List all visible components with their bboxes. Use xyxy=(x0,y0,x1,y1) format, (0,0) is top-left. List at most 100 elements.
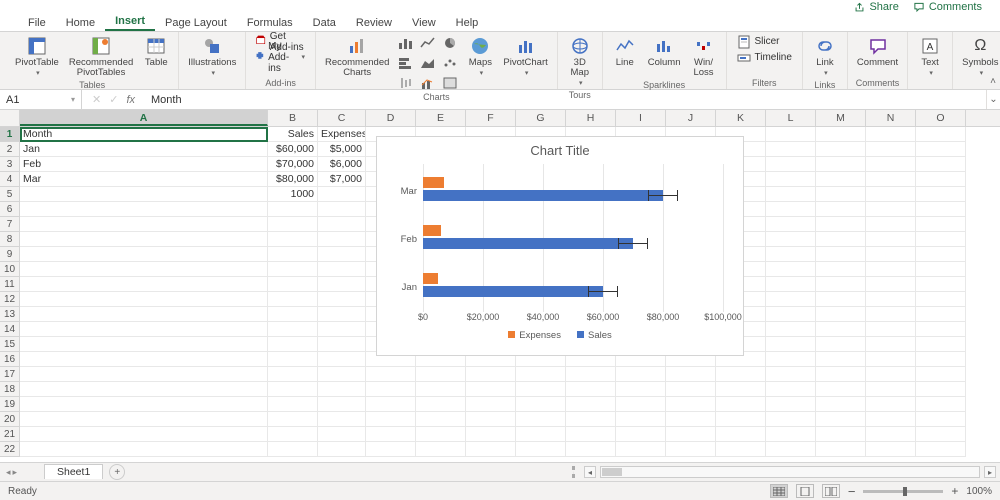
share-button[interactable]: Share xyxy=(854,1,898,13)
cell-M7[interactable] xyxy=(816,217,866,232)
cell-B16[interactable] xyxy=(268,352,318,367)
cell-M9[interactable] xyxy=(816,247,866,262)
cell-L12[interactable] xyxy=(766,292,816,307)
cell-C4[interactable]: $7,000 xyxy=(318,172,366,187)
cell-B18[interactable] xyxy=(268,382,318,397)
cell-I21[interactable] xyxy=(616,427,666,442)
col-header-B[interactable]: B xyxy=(268,110,318,126)
cell-B11[interactable] xyxy=(268,277,318,292)
cell-A21[interactable] xyxy=(20,427,268,442)
tab-page-layout[interactable]: Page Layout xyxy=(155,15,237,31)
legend-item-expenses[interactable]: Expenses xyxy=(508,330,561,341)
timeline-button[interactable]: Timeline xyxy=(733,50,796,65)
cell-H20[interactable] xyxy=(566,412,616,427)
cell-J22[interactable] xyxy=(666,442,716,457)
cell-C9[interactable] xyxy=(318,247,366,262)
cell-L13[interactable] xyxy=(766,307,816,322)
cell-H17[interactable] xyxy=(566,367,616,382)
row-header-20[interactable]: 20 xyxy=(0,412,20,427)
cell-B19[interactable] xyxy=(268,397,318,412)
cell-C22[interactable] xyxy=(318,442,366,457)
spark-line-button[interactable]: Line xyxy=(609,34,641,70)
cell-C12[interactable] xyxy=(318,292,366,307)
cell-M4[interactable] xyxy=(816,172,866,187)
cell-N7[interactable] xyxy=(866,217,916,232)
zoom-out-button[interactable]: − xyxy=(848,484,856,499)
cell-A2[interactable]: Jan xyxy=(20,142,268,157)
row-header-6[interactable]: 6 xyxy=(0,202,20,217)
col-header-K[interactable]: K xyxy=(716,110,766,126)
cell-N19[interactable] xyxy=(866,397,916,412)
cell-A18[interactable] xyxy=(20,382,268,397)
cell-O2[interactable] xyxy=(916,142,966,157)
cell-L9[interactable] xyxy=(766,247,816,262)
cell-D18[interactable] xyxy=(366,382,416,397)
cell-E22[interactable] xyxy=(416,442,466,457)
cell-D20[interactable] xyxy=(366,412,416,427)
cell-E19[interactable] xyxy=(416,397,466,412)
cell-O12[interactable] xyxy=(916,292,966,307)
col-header-L[interactable]: L xyxy=(766,110,816,126)
cell-N13[interactable] xyxy=(866,307,916,322)
chart-line-button[interactable] xyxy=(418,34,438,52)
chart-column-button[interactable] xyxy=(396,34,416,52)
cell-B15[interactable] xyxy=(268,337,318,352)
cell-I19[interactable] xyxy=(616,397,666,412)
cell-J19[interactable] xyxy=(666,397,716,412)
cell-N12[interactable] xyxy=(866,292,916,307)
maps-button[interactable]: Maps xyxy=(464,34,496,80)
cell-O8[interactable] xyxy=(916,232,966,247)
pivotchart-button[interactable]: PivotChart xyxy=(500,34,550,80)
col-header-E[interactable]: E xyxy=(416,110,466,126)
tab-formulas[interactable]: Formulas xyxy=(237,15,303,31)
cell-L7[interactable] xyxy=(766,217,816,232)
view-layout-button[interactable] xyxy=(796,484,814,498)
cell-F20[interactable] xyxy=(466,412,516,427)
row-header-16[interactable]: 16 xyxy=(0,352,20,367)
cell-M20[interactable] xyxy=(816,412,866,427)
cell-L8[interactable] xyxy=(766,232,816,247)
bar-expenses[interactable] xyxy=(423,225,441,236)
comments-button[interactable]: Comments xyxy=(913,1,982,13)
table-button[interactable]: Table xyxy=(140,34,172,70)
cell-E17[interactable] xyxy=(416,367,466,382)
cell-B3[interactable]: $70,000 xyxy=(268,157,318,172)
row-header-9[interactable]: 9 xyxy=(0,247,20,262)
cell-F19[interactable] xyxy=(466,397,516,412)
cell-M11[interactable] xyxy=(816,277,866,292)
cell-K17[interactable] xyxy=(716,367,766,382)
cell-O19[interactable] xyxy=(916,397,966,412)
zoom-level[interactable]: 100% xyxy=(966,486,992,497)
chart-pie-button[interactable] xyxy=(440,34,460,52)
cell-L20[interactable] xyxy=(766,412,816,427)
cell-N9[interactable] xyxy=(866,247,916,262)
cell-E18[interactable] xyxy=(416,382,466,397)
cell-L3[interactable] xyxy=(766,157,816,172)
cell-O1[interactable] xyxy=(916,127,966,142)
col-header-H[interactable]: H xyxy=(566,110,616,126)
chart-stock-button[interactable] xyxy=(396,74,416,92)
hscroll-right-button[interactable]: ▸ xyxy=(984,466,996,478)
view-pagebreak-button[interactable] xyxy=(822,484,840,498)
row-header-21[interactable]: 21 xyxy=(0,427,20,442)
cell-O13[interactable] xyxy=(916,307,966,322)
cell-M10[interactable] xyxy=(816,262,866,277)
expand-formula-button[interactable]: ⌄ xyxy=(986,90,1000,109)
chart-title[interactable]: Chart Title xyxy=(377,137,743,160)
cell-O15[interactable] xyxy=(916,337,966,352)
cell-C7[interactable] xyxy=(318,217,366,232)
cell-O5[interactable] xyxy=(916,187,966,202)
row-header-14[interactable]: 14 xyxy=(0,322,20,337)
spark-col-button[interactable]: Column xyxy=(645,34,684,70)
cell-J18[interactable] xyxy=(666,382,716,397)
cell-M16[interactable] xyxy=(816,352,866,367)
cell-M2[interactable] xyxy=(816,142,866,157)
sheet-prev-button[interactable]: ◂ xyxy=(6,467,11,478)
cell-M1[interactable] xyxy=(816,127,866,142)
cell-L1[interactable] xyxy=(766,127,816,142)
cell-B2[interactable]: $60,000 xyxy=(268,142,318,157)
col-header-A[interactable]: A xyxy=(20,110,268,126)
cell-B22[interactable] xyxy=(268,442,318,457)
cell-M22[interactable] xyxy=(816,442,866,457)
row-header-11[interactable]: 11 xyxy=(0,277,20,292)
